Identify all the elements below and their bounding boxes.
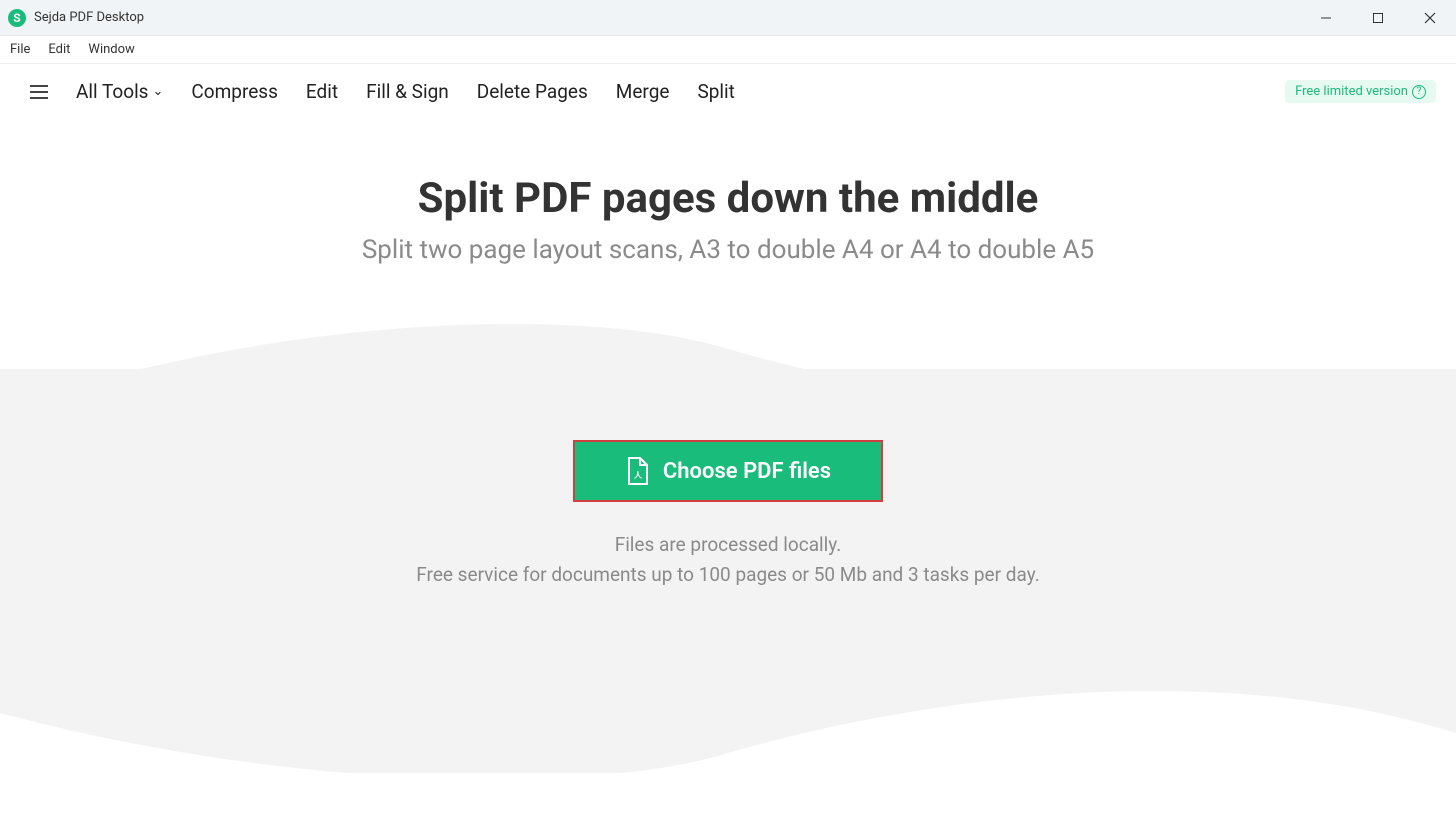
toolbar: All Tools ⌄ Compress Edit Fill & Sign De… <box>0 64 1456 119</box>
tool-fill-sign[interactable]: Fill & Sign <box>366 80 449 103</box>
info-text: Files are processed locally. Free servic… <box>0 530 1456 591</box>
tool-compress[interactable]: Compress <box>191 80 277 103</box>
menu-edit[interactable]: Edit <box>48 42 70 57</box>
app-icon: S <box>8 9 26 27</box>
wave-bottom-shape <box>0 653 1456 813</box>
page-title: Split PDF pages down the middle <box>0 119 1456 223</box>
version-label: Free limited version <box>1295 84 1408 99</box>
close-button[interactable] <box>1404 0 1456 35</box>
tool-merge[interactable]: Merge <box>616 80 670 103</box>
choose-pdf-label: Choose PDF files <box>663 459 831 484</box>
window-controls <box>1300 0 1456 35</box>
toolbar-left: All Tools ⌄ Compress Edit Fill & Sign De… <box>30 80 735 103</box>
menu-window[interactable]: Window <box>88 42 134 57</box>
content-area: Split PDF pages down the middle Split tw… <box>0 119 1456 773</box>
page-subtitle: Split two page layout scans, A3 to doubl… <box>0 235 1456 265</box>
tool-split[interactable]: Split <box>697 80 734 103</box>
tool-edit[interactable]: Edit <box>306 80 338 103</box>
titlebar: S Sejda PDF Desktop <box>0 0 1456 36</box>
tool-delete-pages[interactable]: Delete Pages <box>477 80 588 103</box>
menu-file[interactable]: File <box>10 42 30 57</box>
all-tools-dropdown[interactable]: All Tools ⌄ <box>76 80 163 103</box>
menubar: File Edit Window <box>0 36 1456 64</box>
svg-text:人: 人 <box>634 470 643 480</box>
version-badge[interactable]: Free limited version ? <box>1285 80 1436 103</box>
info-line-1: Files are processed locally. <box>0 530 1456 560</box>
titlebar-left: S Sejda PDF Desktop <box>8 9 144 27</box>
maximize-button[interactable] <box>1352 0 1404 35</box>
help-icon: ? <box>1412 85 1426 99</box>
info-line-2: Free service for documents up to 100 pag… <box>0 560 1456 590</box>
minimize-button[interactable] <box>1300 0 1352 35</box>
pdf-file-icon: 人 <box>625 457 649 485</box>
all-tools-label: All Tools <box>76 80 149 103</box>
wave-top-shape <box>0 289 1456 449</box>
app-title: Sejda PDF Desktop <box>34 10 144 25</box>
chevron-down-icon: ⌄ <box>153 84 164 99</box>
hamburger-icon[interactable] <box>30 85 48 99</box>
choose-pdf-button[interactable]: 人 Choose PDF files <box>573 440 883 502</box>
